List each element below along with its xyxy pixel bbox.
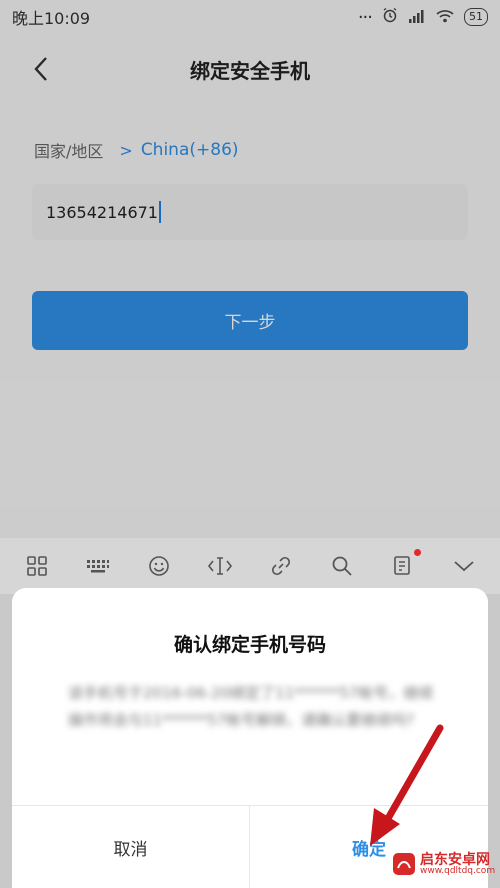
screen: 晚上10:09 ··· 51 绑定安全手机 国家/地区 > China(+86)… [0,0,500,888]
grid-icon[interactable] [22,551,52,581]
emoji-icon[interactable] [144,551,174,581]
confirm-bind-dialog: 确认绑定手机号码 该手机号于2016-06-20绑定了11******57帐号，… [12,588,488,888]
search-icon[interactable] [327,551,357,581]
notification-dot [413,549,421,556]
clipboard-icon[interactable] [388,549,421,581]
dialog-title: 确认绑定手机号码 [173,634,326,656]
chevron-down-icon[interactable] [449,551,479,581]
cancel-button[interactable]: 取消 [12,806,249,888]
keyboard-icon[interactable] [83,551,113,581]
cursor-icon[interactable] [205,551,235,581]
keyboard-toolbar [0,538,500,594]
watermark: 启东安卓网 www.qdltdq.com [392,852,495,876]
dialog-message: 该手机号于2016-06-20绑定了11******57帐号，继续操作将会与11… [68,684,434,729]
watermark-logo-icon [393,853,415,875]
watermark-text: 启东安卓网 [420,851,490,868]
link-icon[interactable] [266,551,296,581]
watermark-url: www.qdltdq.com [420,865,496,876]
